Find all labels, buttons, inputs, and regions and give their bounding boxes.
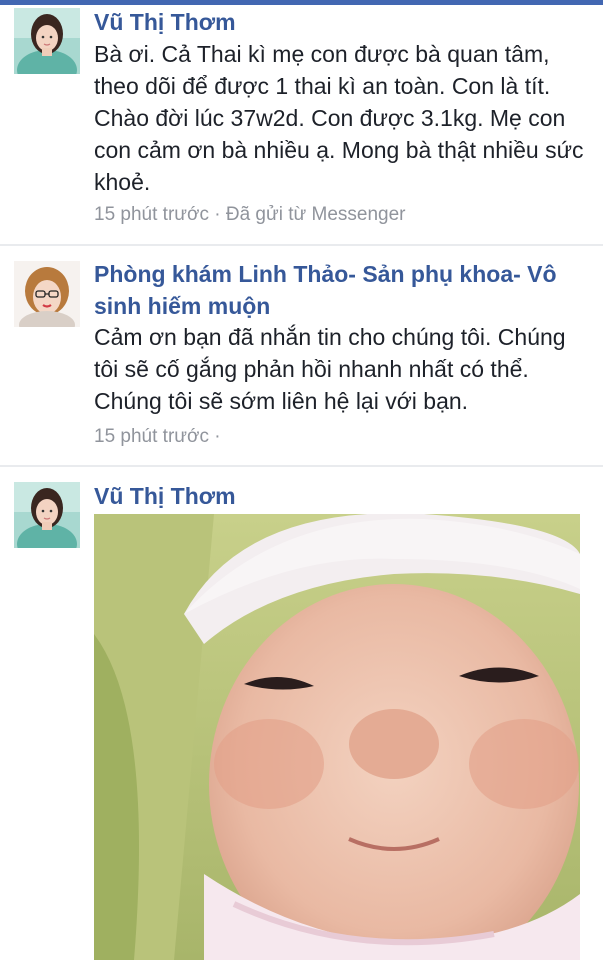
message-text: Bà ơi. Cả Thai kì mẹ con được bà quan tâ…	[94, 41, 584, 195]
message-meta: 15 phút trước ·	[94, 424, 593, 450]
message-time: 15 phút trước	[94, 204, 209, 225]
divider	[0, 244, 603, 246]
sender-name[interactable]: Phòng khám Linh Thảo- Sản phụ khoa- Vô s…	[94, 258, 593, 322]
top-bar	[0, 0, 603, 5]
sender-name[interactable]: Vũ Thị Thơm	[94, 6, 593, 38]
meta-separator: ·	[208, 426, 221, 447]
message-time: 15 phút trước	[94, 426, 209, 447]
sender-avatar[interactable]	[14, 8, 80, 74]
divider	[0, 465, 603, 467]
page-avatar[interactable]	[14, 261, 80, 327]
sender-avatar[interactable]	[14, 482, 80, 548]
message-text: Cảm ơn bạn đã nhắn tin cho chúng tôi. Ch…	[94, 324, 566, 414]
photo-attachment[interactable]	[94, 514, 580, 960]
message-source: Đã gửi từ Messenger	[225, 204, 406, 225]
message-meta: 15 phút trước · Đã gửi từ Messenger	[94, 202, 593, 228]
sender-name[interactable]: Vũ Thị Thơm	[94, 480, 593, 512]
meta-separator: ·	[208, 204, 226, 225]
